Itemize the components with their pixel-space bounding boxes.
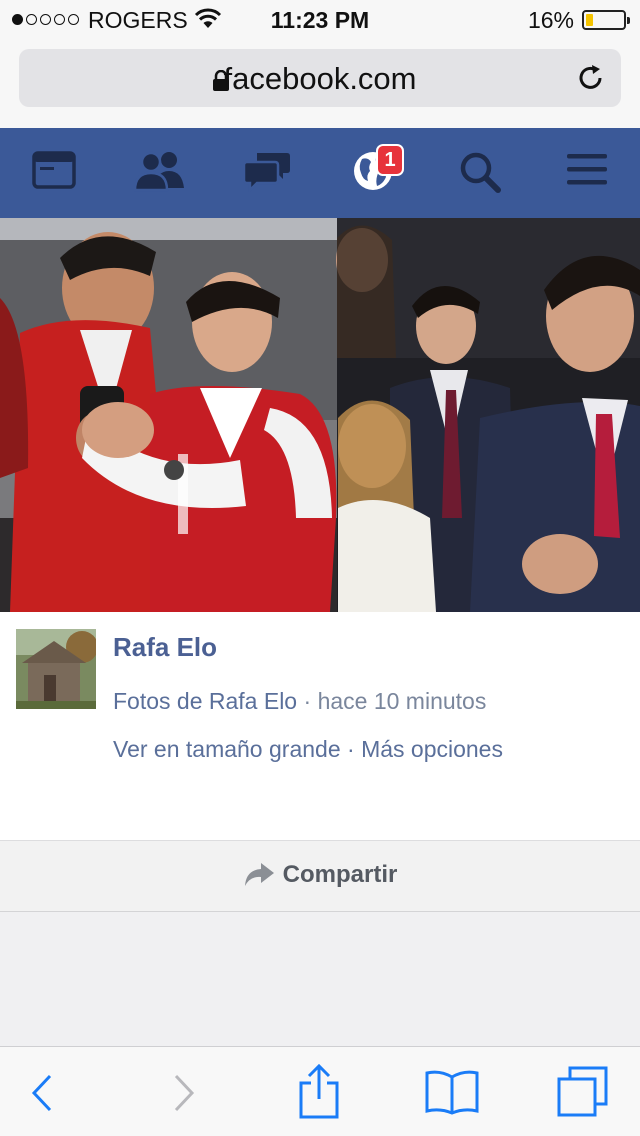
friend-requests-icon[interactable]: [134, 150, 186, 192]
post-time[interactable]: hace 10 minutos: [318, 688, 487, 714]
news-feed-icon[interactable]: [32, 150, 76, 190]
meta-separator: ·: [297, 688, 318, 714]
post-photo[interactable]: [0, 218, 640, 612]
browser-address-area: facebook.com: [0, 40, 640, 128]
bookmarks-icon[interactable]: [424, 1069, 480, 1115]
notification-badge: 1: [376, 144, 404, 176]
album-link[interactable]: Fotos de Rafa Elo: [113, 688, 297, 714]
post-meta: Fotos de Rafa Elo · hace 10 minutos: [113, 688, 486, 715]
post-info-card: Rafa Elo Fotos de Rafa Elo · hace 10 min…: [0, 612, 640, 840]
menu-icon[interactable]: [566, 150, 608, 188]
battery-percent: 16%: [527, 7, 574, 33]
share-bar: Compartir: [0, 840, 640, 912]
battery-icon: [582, 10, 630, 30]
post-author-name[interactable]: Rafa Elo: [113, 632, 217, 663]
reload-icon[interactable]: [576, 63, 606, 93]
facebook-nav-bar: [0, 128, 640, 218]
status-bar: ROGERS 11:23 PM 16%: [0, 0, 640, 40]
messages-icon[interactable]: [243, 150, 291, 192]
post-actions-links: Ver en tamaño grande · Más opciones: [113, 736, 503, 763]
share-label: Compartir: [282, 861, 398, 888]
back-chevron-icon[interactable]: [30, 1073, 56, 1113]
author-avatar[interactable]: [16, 629, 96, 709]
browser-toolbar: [0, 1046, 640, 1136]
tabs-icon[interactable]: [556, 1065, 610, 1119]
address-bar[interactable]: facebook.com: [19, 49, 621, 107]
view-large-link[interactable]: Ver en tamaño grande: [113, 736, 341, 762]
more-options-link[interactable]: Más opciones: [361, 736, 503, 762]
share-button[interactable]: Compartir: [0, 861, 640, 889]
share-arrow-icon: [244, 863, 274, 886]
links-separator: ·: [340, 736, 362, 762]
search-icon[interactable]: [458, 150, 502, 194]
forward-chevron-icon[interactable]: [170, 1073, 196, 1113]
share-icon[interactable]: [297, 1063, 341, 1119]
url-text: facebook.com: [223, 61, 417, 96]
